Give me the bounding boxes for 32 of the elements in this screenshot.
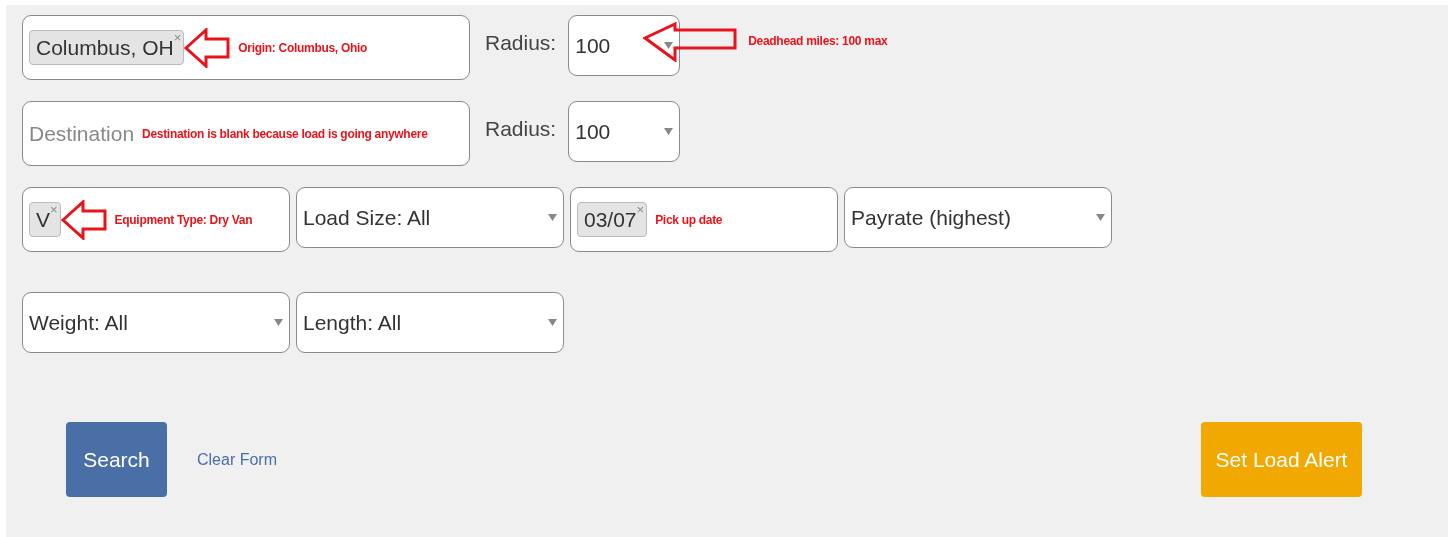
tag-input-field[interactable]: Columbus, OH× Origin: Columbus, Ohio	[22, 15, 470, 80]
caret-icon	[1096, 214, 1105, 221]
tag[interactable]: 03/07×	[577, 202, 648, 237]
placeholder-text: Destination	[29, 120, 135, 147]
annotation-text: Equipment Type: Dry Van	[114, 211, 253, 229]
caret-icon	[274, 319, 283, 326]
annotation-text: Origin: Columbus, Ohio	[238, 39, 368, 57]
caret-icon	[548, 214, 557, 221]
select-field[interactable]: Weight: All	[22, 292, 290, 353]
search-button[interactable]: Search	[66, 422, 167, 497]
caret-icon	[548, 319, 557, 326]
select-field[interactable]: 100	[568, 101, 681, 162]
tag-label: Columbus, OH	[36, 37, 174, 58]
input-field[interactable]: Destination Destination is blank because load is going anywhere	[22, 101, 470, 166]
tag[interactable]: V×	[29, 202, 61, 237]
select-field[interactable]: Length: All	[296, 292, 564, 353]
tag-input-field[interactable]: V× Equipment Type: Dry Van	[22, 187, 290, 252]
tag[interactable]: Columbus, OH×	[29, 30, 185, 65]
annotation-text: Pick up date	[655, 211, 723, 229]
field-label: Radius:	[484, 30, 558, 56]
annotation-text: Deadhead miles: 100 max	[748, 33, 888, 50]
annotation-text: Destination is blank because load is going anywhere	[142, 125, 428, 143]
select-field[interactable]: Payrate (highest)	[844, 187, 1112, 248]
field-label: Radius:	[484, 116, 558, 142]
select-field[interactable]: 100	[568, 15, 681, 76]
select-field[interactable]: Load Size: All	[296, 187, 564, 248]
caret-icon	[664, 128, 674, 135]
tag-label: V	[36, 209, 50, 230]
tag-input-field[interactable]: 03/07× Pick up date	[570, 187, 838, 252]
tag-label: 03/07	[584, 209, 637, 230]
caret-icon	[664, 42, 674, 49]
clear-form-link[interactable]: Clear Form	[197, 447, 277, 472]
